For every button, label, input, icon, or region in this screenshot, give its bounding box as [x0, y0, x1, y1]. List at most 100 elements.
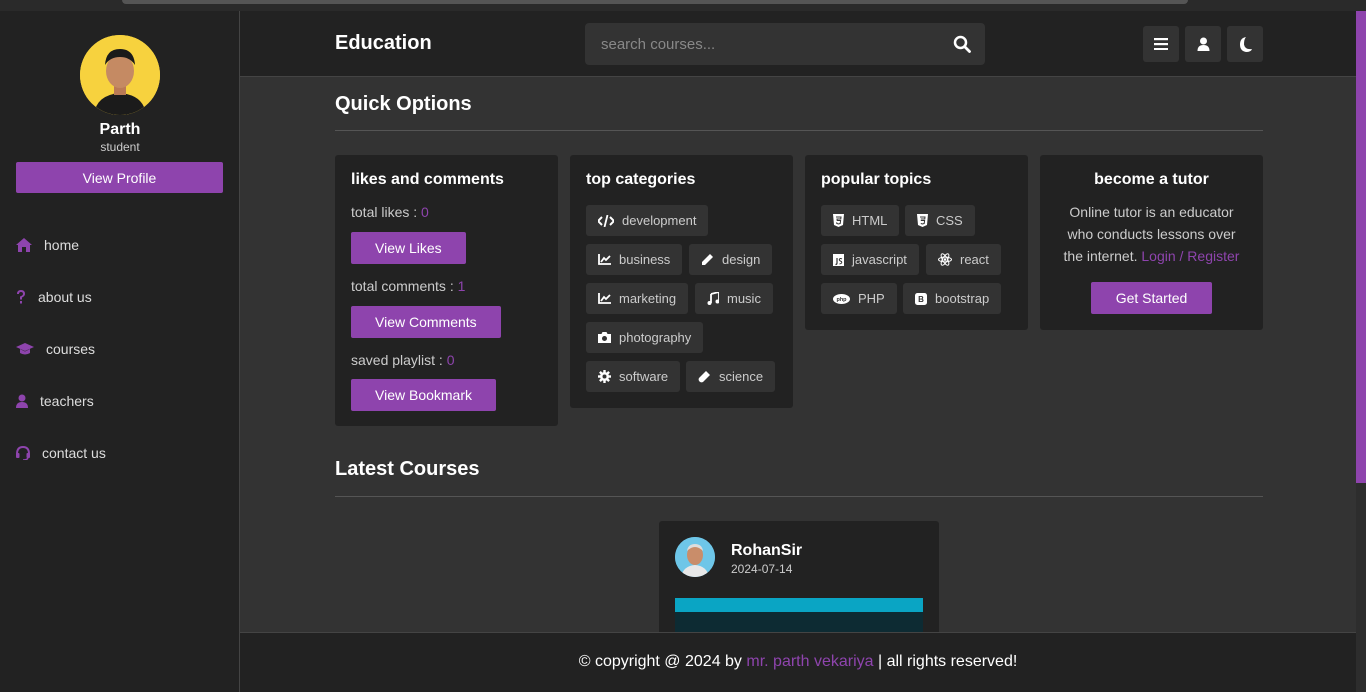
scrollbar[interactable] — [1356, 11, 1366, 692]
sidebar-item-home[interactable]: home — [16, 234, 79, 256]
browser-top-strip — [0, 0, 1366, 11]
css3-icon — [917, 214, 928, 227]
login-register-link[interactable]: Login / Register — [1141, 248, 1239, 264]
topic-bootstrap[interactable]: B bootstrap — [903, 283, 1002, 314]
category-music[interactable]: music — [695, 283, 773, 314]
topic-label: bootstrap — [935, 291, 990, 306]
topic-html[interactable]: HTML — [821, 205, 900, 236]
sidebar-item-courses[interactable]: courses — [16, 338, 95, 360]
chart-line-icon — [598, 293, 611, 304]
topic-php[interactable]: php PHP — [821, 283, 897, 314]
course-card[interactable]: RohanSir 2024-07-14 — [659, 521, 939, 641]
music-icon — [707, 292, 719, 305]
total-likes-text: total likes : 0 — [351, 204, 429, 220]
category-business[interactable]: business — [586, 244, 683, 275]
footer-author-link[interactable]: mr. parth vekariya — [746, 653, 873, 670]
topic-css[interactable]: CSS — [905, 205, 975, 236]
profile-avatar[interactable] — [80, 35, 160, 115]
tutor-avatar-image — [675, 537, 715, 577]
category-label: business — [619, 252, 671, 267]
box-title: popular topics — [821, 171, 932, 188]
topic-label: react — [960, 252, 989, 267]
total-comments-label: total comments : — [351, 278, 458, 294]
svg-text:B: B — [918, 295, 924, 304]
browser-tab-bar — [122, 0, 1188, 4]
search-icon[interactable] — [953, 35, 971, 53]
box-title: top categories — [586, 171, 696, 188]
likes-comments-box: likes and comments total likes : 0 View … — [335, 155, 558, 426]
user-button[interactable] — [1185, 26, 1221, 62]
category-label: science — [719, 369, 764, 384]
brand-logo[interactable]: Education — [335, 32, 432, 55]
divider — [335, 130, 1263, 131]
topic-label: HTML — [852, 213, 888, 228]
footer-suffix: | all rights reserved! — [873, 653, 1018, 670]
box-title: become a tutor — [1094, 171, 1209, 188]
topic-javascript[interactable]: javascript — [821, 244, 919, 275]
view-bookmark-button[interactable]: View Bookmark — [351, 379, 497, 411]
moon-icon — [1240, 36, 1252, 52]
sidebar: Parth student View Profile home about us… — [0, 11, 240, 692]
profile-name: Parth — [99, 121, 141, 138]
latest-courses-title: Latest Courses — [335, 458, 480, 480]
saved-playlist-count: 0 — [446, 352, 455, 368]
total-comments-count: 1 — [457, 278, 466, 294]
category-label: marketing — [619, 291, 677, 306]
scrollbar-thumb[interactable] — [1356, 11, 1366, 483]
bootstrap-icon: B — [915, 292, 927, 305]
category-label: software — [619, 369, 669, 384]
total-likes-count: 0 — [421, 204, 429, 220]
category-design[interactable]: design — [689, 244, 773, 275]
topic-label: CSS — [936, 213, 963, 228]
view-likes-button[interactable]: View Likes — [351, 232, 466, 264]
search-input[interactable] — [585, 23, 935, 65]
chart-line-icon — [598, 254, 611, 265]
user-icon — [16, 394, 28, 408]
user-icon — [1197, 37, 1209, 51]
category-science[interactable]: science — [686, 361, 776, 392]
topic-label: PHP — [858, 291, 885, 306]
tutor-description: Online tutor is an educator who conducts… — [1056, 201, 1247, 267]
sidebar-item-label: courses — [46, 341, 96, 357]
saved-playlist-label: saved playlist : — [351, 352, 447, 368]
sidebar-item-about-us[interactable]: about us — [16, 286, 92, 308]
quick-options-title: Quick Options — [335, 93, 472, 115]
divider — [335, 496, 1263, 497]
sidebar-item-contact-us[interactable]: contact us — [16, 442, 106, 464]
header: Education — [240, 11, 1356, 77]
sidebar-item-teachers[interactable]: teachers — [16, 390, 94, 412]
menu-icon — [1154, 38, 1168, 50]
total-likes-label: total likes : — [351, 204, 422, 220]
top-categories-box: top categories development business desi… — [570, 155, 793, 408]
graduation-cap-icon — [16, 342, 34, 354]
code-icon — [598, 214, 614, 227]
svg-text:php: php — [836, 297, 847, 303]
search-bar — [585, 23, 985, 65]
get-started-button[interactable]: Get Started — [1091, 282, 1212, 314]
headset-icon — [16, 446, 30, 460]
view-comments-button[interactable]: View Comments — [351, 306, 501, 338]
profile-role: student — [100, 140, 140, 154]
gear-icon — [598, 370, 611, 383]
pencil-icon — [702, 254, 713, 265]
sidebar-item-label: about us — [38, 289, 92, 305]
saved-playlist-text: saved playlist : 0 — [351, 352, 455, 368]
box-title: likes and comments — [351, 171, 504, 188]
html5-icon — [833, 214, 844, 227]
total-comments-text: total comments : 1 — [351, 278, 465, 294]
view-profile-button[interactable]: View Profile — [16, 162, 223, 193]
menu-button[interactable] — [1143, 26, 1179, 62]
category-photography[interactable]: photography — [586, 322, 704, 353]
sidebar-item-label: home — [44, 237, 80, 253]
theme-toggle-button[interactable] — [1227, 26, 1263, 62]
home-icon — [16, 238, 32, 252]
tutor-name[interactable]: RohanSir — [731, 542, 802, 560]
topic-react[interactable]: react — [926, 244, 1001, 275]
category-development[interactable]: development — [586, 205, 709, 236]
category-marketing[interactable]: marketing — [586, 283, 689, 314]
sidebar-item-label: contact us — [42, 445, 106, 461]
php-icon: php — [833, 293, 850, 304]
js-icon — [833, 253, 844, 266]
category-software[interactable]: software — [586, 361, 681, 392]
category-label: design — [722, 252, 761, 267]
